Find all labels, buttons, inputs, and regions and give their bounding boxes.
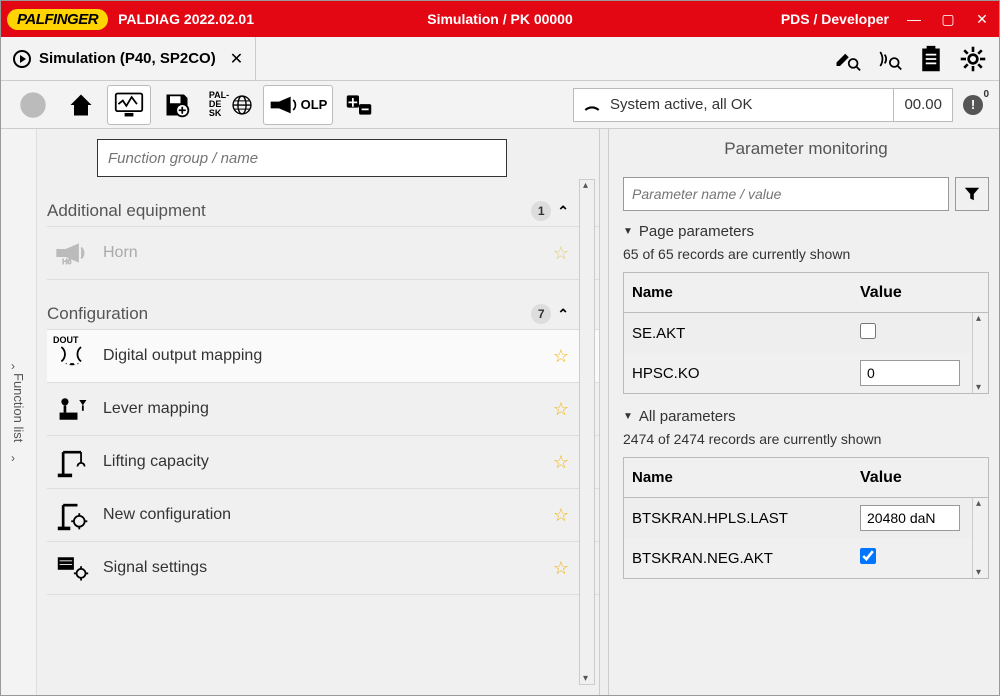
brand-logo: PALFINGER: [7, 9, 108, 30]
status-time: 00.00: [893, 89, 952, 121]
item-horn[interactable]: H6 Horn ☆: [47, 226, 599, 280]
tab-bar: Simulation (P40, SP2CO) ✕: [1, 37, 999, 81]
all-records-note: 2474 of 2474 records are currently shown: [623, 431, 989, 447]
left-scrollbar[interactable]: [579, 179, 595, 685]
favorite-star-icon[interactable]: ☆: [553, 346, 569, 367]
lever-icon: [53, 394, 93, 424]
chevron-up-icon: ⌃: [557, 306, 569, 323]
crane-icon: [53, 445, 93, 479]
filter-button[interactable]: [955, 177, 989, 211]
table-scrollbar[interactable]: [972, 498, 988, 578]
checkbox-negakt[interactable]: [860, 548, 876, 564]
all-parameters-table: Name Value BTSKRAN.HPLS.LAST BTSKRAN.NEG…: [623, 457, 989, 579]
col-value-header: Value: [860, 284, 980, 302]
item-lever-mapping[interactable]: Lever mapping ☆: [47, 382, 599, 436]
section-count-badge: 7: [531, 304, 551, 324]
tab-label: Simulation (P40, SP2CO): [39, 50, 216, 67]
section-configuration[interactable]: Configuration 7 ⌃: [47, 298, 599, 330]
favorite-star-icon[interactable]: ☆: [553, 243, 569, 264]
item-digital-output-mapping[interactable]: DOUT Digital output mapping ☆: [47, 329, 599, 383]
signal-search-icon[interactable]: [875, 45, 903, 73]
main-toolbar: PAL- DE SK OLP System active, all OK 00.…: [1, 81, 999, 129]
table-row[interactable]: HPSC.KO: [624, 353, 988, 393]
svg-text:H6: H6: [62, 257, 71, 266]
settings-gear-icon[interactable]: [959, 45, 987, 73]
chevron-up-icon: ⌃: [557, 203, 569, 220]
favorite-star-icon[interactable]: ☆: [553, 399, 569, 420]
tab-close-button[interactable]: ✕: [230, 49, 243, 69]
table-row[interactable]: BTSKRAN.HPLS.LAST: [624, 498, 988, 538]
item-new-configuration[interactable]: New configuration ☆: [47, 488, 599, 542]
tab-simulation[interactable]: Simulation (P40, SP2CO) ✕: [1, 37, 256, 81]
table-row[interactable]: BTSKRAN.NEG.AKT: [624, 538, 988, 578]
table-row[interactable]: SE.AKT: [624, 313, 988, 353]
checkbox-seakt[interactable]: [860, 323, 876, 339]
input-hpscko[interactable]: [860, 360, 960, 386]
olp-label: OLP: [301, 97, 328, 112]
save-button[interactable]: [155, 85, 199, 125]
col-name-header: Name: [632, 284, 860, 301]
status-arc-icon: [582, 95, 602, 115]
dout-tag-label: DOUT: [53, 335, 79, 345]
left-panel: Additional equipment 1 ⌃ H6 Horn ☆ Confi…: [37, 129, 599, 695]
dout-icon: [53, 341, 93, 371]
document-title: Simulation / PK 00000: [427, 11, 573, 27]
item-signal-settings[interactable]: Signal settings ☆: [47, 541, 599, 595]
status-alert-icon[interactable]: !: [963, 95, 983, 115]
favorite-star-icon[interactable]: ☆: [553, 558, 569, 579]
window-titlebar: PALFINGER PALDIAG 2022.02.01 Simulation …: [1, 1, 999, 37]
page-records-note: 65 of 65 records are currently shown: [623, 246, 989, 262]
signal-gear-icon: [53, 553, 93, 583]
section-additional-equipment[interactable]: Additional equipment 1 ⌃: [47, 195, 599, 227]
status-bar: System active, all OK 00.00: [573, 88, 953, 122]
monitor-button[interactable]: [107, 85, 151, 125]
brush-search-icon[interactable]: [833, 45, 861, 73]
right-panel: Parameter monitoring Page parameters 65 …: [609, 129, 999, 695]
user-role: PDS / Developer: [781, 11, 889, 27]
favorite-star-icon[interactable]: ☆: [553, 505, 569, 526]
home-button[interactable]: [59, 85, 103, 125]
window-maximize-button[interactable]: ▢: [931, 1, 965, 37]
status-text: System active, all OK: [610, 96, 893, 113]
horn-icon: H6: [53, 240, 93, 266]
disclosure-all-parameters[interactable]: All parameters: [623, 408, 989, 425]
side-rail-function-list[interactable]: › Function list ›: [1, 129, 37, 695]
back-button[interactable]: [11, 85, 55, 125]
col-name-header: Name: [632, 469, 860, 486]
function-search-input[interactable]: [97, 139, 507, 177]
input-hplslast[interactable]: [860, 505, 960, 531]
play-icon: [13, 50, 31, 68]
disclosure-page-parameters[interactable]: Page parameters: [623, 223, 989, 240]
parameter-search-input[interactable]: [623, 177, 949, 211]
page-parameters-table: Name Value SE.AKT HPSC.KO: [623, 272, 989, 394]
paldesk-button[interactable]: PAL- DE SK: [203, 85, 259, 125]
window-close-button[interactable]: ✕: [965, 1, 999, 37]
clipboard-icon[interactable]: [917, 45, 945, 73]
favorite-star-icon[interactable]: ☆: [553, 452, 569, 473]
app-title: PALDIAG 2022.02.01: [118, 11, 254, 27]
crane-gear-icon: [53, 498, 93, 532]
table-scrollbar[interactable]: [972, 313, 988, 393]
add-remove-button[interactable]: [337, 85, 381, 125]
item-lifting-capacity[interactable]: Lifting capacity ☆: [47, 435, 599, 489]
section-count-badge: 1: [531, 201, 551, 221]
window-minimize-button[interactable]: —: [897, 1, 931, 37]
pane-divider[interactable]: [599, 129, 609, 695]
col-value-header: Value: [860, 469, 980, 487]
parameter-monitoring-title: Parameter monitoring: [623, 139, 989, 159]
horn-button[interactable]: OLP: [263, 85, 333, 125]
